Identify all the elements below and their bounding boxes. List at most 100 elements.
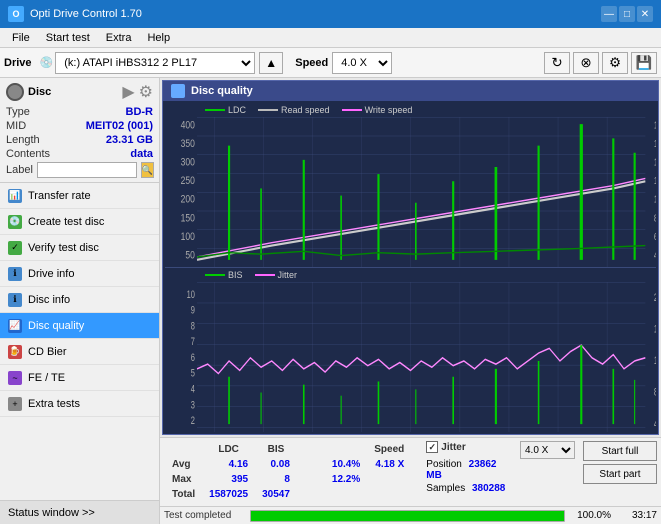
svg-text:150: 150 [181, 212, 196, 224]
extra-tests-icon: + [8, 397, 22, 411]
position-label: Position [426, 459, 462, 470]
avg-bis-value: 0.08 [256, 458, 296, 471]
svg-text:6: 6 [191, 350, 195, 363]
chart1-legend: LDC Read speed Write speed [165, 103, 656, 117]
menu-extra[interactable]: Extra [98, 30, 140, 46]
nav-items: 📊 Transfer rate 💿 Create test disc ✓ Ver… [0, 183, 159, 500]
max-ldc-value: 395 [203, 473, 254, 486]
quality-speed-select[interactable]: 4.0 X [520, 441, 575, 459]
ldc-col-header: LDC [203, 443, 254, 456]
sidebar-item-transfer-rate[interactable]: 📊 Transfer rate [0, 183, 159, 209]
svg-text:50: 50 [185, 249, 195, 261]
menu-file[interactable]: File [4, 30, 38, 46]
svg-text:16%: 16% [654, 322, 656, 335]
svg-text:2: 2 [191, 414, 195, 427]
svg-text:6X: 6X [654, 231, 656, 242]
avg-jitter-value: 10.4% [326, 458, 366, 471]
speed-select-main[interactable]: 4.0 X [332, 52, 392, 74]
jitter-legend-label: Jitter [278, 270, 298, 280]
svg-text:12X: 12X [654, 175, 656, 186]
disc-panel-title: Disc [28, 86, 51, 98]
disc-mid-value: MEIT02 (001) [86, 120, 153, 132]
chart2-plot: 10 9 8 7 6 5 4 3 2 20% 16% 12% [165, 282, 656, 432]
svg-text:250: 250 [181, 175, 196, 187]
stats-table: LDC BIS Speed Avg 4.16 0.08 10.4% 4.18 X [164, 441, 412, 503]
svg-text:4: 4 [191, 382, 195, 395]
svg-text:200: 200 [181, 194, 196, 206]
disc-settings-icon[interactable]: ⚙ [139, 82, 153, 102]
jitter-legend-color [255, 274, 275, 276]
stats-bar: LDC BIS Speed Avg 4.16 0.08 10.4% 4.18 X [160, 437, 661, 506]
refresh-button[interactable]: ↻ [544, 52, 570, 74]
disc-panel: Disc ▶ ⚙ Type BD-R MID MEIT02 (001) Leng… [0, 78, 159, 183]
status-window-button[interactable]: Status window >> [0, 500, 159, 524]
menu-help[interactable]: Help [139, 30, 178, 46]
sidebar-item-fe-te[interactable]: ~ FE / TE [0, 365, 159, 391]
disc-contents-value: data [130, 148, 153, 160]
minimize-button[interactable]: — [601, 6, 617, 22]
app-icon: O [8, 6, 24, 22]
disc-info-icon: ℹ [8, 293, 22, 307]
disc-label-input[interactable] [37, 162, 137, 178]
drive-label: Drive [4, 57, 32, 69]
svg-text:8%: 8% [654, 385, 656, 398]
chart2-container: BIS Jitter 10 9 8 [165, 268, 656, 432]
max-bis-value: 8 [256, 473, 296, 486]
start-part-button[interactable]: Start part [583, 464, 657, 484]
transfer-rate-icon: 📊 [8, 189, 22, 203]
content-area: Disc quality LDC Read speed [160, 78, 661, 524]
chart2-legend: BIS Jitter [165, 268, 656, 282]
write-speed-legend-color [342, 109, 362, 111]
verify-test-disc-icon: ✓ [8, 241, 22, 255]
sidebar-item-drive-info[interactable]: ℹ Drive info [0, 261, 159, 287]
svg-text:100: 100 [181, 231, 196, 243]
disc-quality-icon: 📈 [8, 319, 22, 333]
save-button[interactable]: 💾 [631, 52, 657, 74]
sidebar-item-extra-tests[interactable]: + Extra tests [0, 391, 159, 417]
disc-label-button[interactable]: 🔍 [141, 162, 154, 178]
sidebar: Disc ▶ ⚙ Type BD-R MID MEIT02 (001) Leng… [0, 78, 160, 524]
svg-text:10X: 10X [654, 194, 656, 205]
svg-text:400: 400 [181, 119, 196, 131]
menu-start-test[interactable]: Start test [38, 30, 98, 46]
total-row-label: Total [166, 488, 201, 501]
sidebar-item-create-test-disc[interactable]: 💿 Create test disc [0, 209, 159, 235]
sidebar-item-disc-quality[interactable]: 📈 Disc quality [0, 313, 159, 339]
progress-bar-area: Test completed 100.0% 33:17 [160, 506, 661, 524]
sidebar-item-verify-test-disc[interactable]: ✓ Verify test disc [0, 235, 159, 261]
disc-icon [6, 83, 24, 101]
eject-button[interactable]: ▲ [259, 52, 283, 74]
maximize-button[interactable]: □ [619, 6, 635, 22]
sidebar-item-cd-bier[interactable]: 🍺 CD Bier [0, 339, 159, 365]
read-speed-legend-color [258, 109, 278, 111]
drive-select[interactable]: (k:) ATAPI iHBS312 2 PL17 [55, 52, 255, 74]
progress-bar-fill [251, 511, 564, 521]
svg-text:9: 9 [191, 303, 195, 316]
disc-expand-icon[interactable]: ▶ [122, 82, 134, 102]
disc-erase-button[interactable]: ⊗ [573, 52, 599, 74]
quality-panel-title: Disc quality [191, 85, 253, 97]
cd-bier-icon: 🍺 [8, 345, 22, 359]
status-window-label: Status window >> [8, 507, 95, 519]
disc-contents-label: Contents [6, 148, 50, 160]
chart2-svg: 10 9 8 7 6 5 4 3 2 20% 16% 12% [165, 282, 656, 432]
drive-bar: Drive 💿 (k:) ATAPI iHBS312 2 PL17 ▲ Spee… [0, 48, 661, 78]
speed-select-section: 4.0 X [520, 441, 575, 459]
sidebar-item-disc-info[interactable]: ℹ Disc info [0, 287, 159, 313]
status-text: Test completed [164, 510, 244, 521]
svg-text:8X: 8X [654, 212, 656, 223]
action-buttons: Start full Start part [583, 441, 657, 484]
svg-text:4X: 4X [654, 249, 656, 260]
settings-button[interactable]: ⚙ [602, 52, 628, 74]
svg-text:14X: 14X [654, 157, 656, 168]
close-button[interactable]: ✕ [637, 6, 653, 22]
avg-speed-value: 4.18 X [368, 458, 410, 471]
total-ldc-value: 1587025 [203, 488, 254, 501]
start-full-button[interactable]: Start full [583, 441, 657, 461]
svg-text:12%: 12% [654, 354, 656, 367]
disc-label-key: Label [6, 164, 33, 176]
quality-header: Disc quality [163, 81, 658, 101]
svg-text:8: 8 [191, 319, 195, 332]
jitter-checkbox[interactable]: ✓ [426, 441, 438, 453]
samples-row: Samples 380288 [426, 483, 506, 494]
